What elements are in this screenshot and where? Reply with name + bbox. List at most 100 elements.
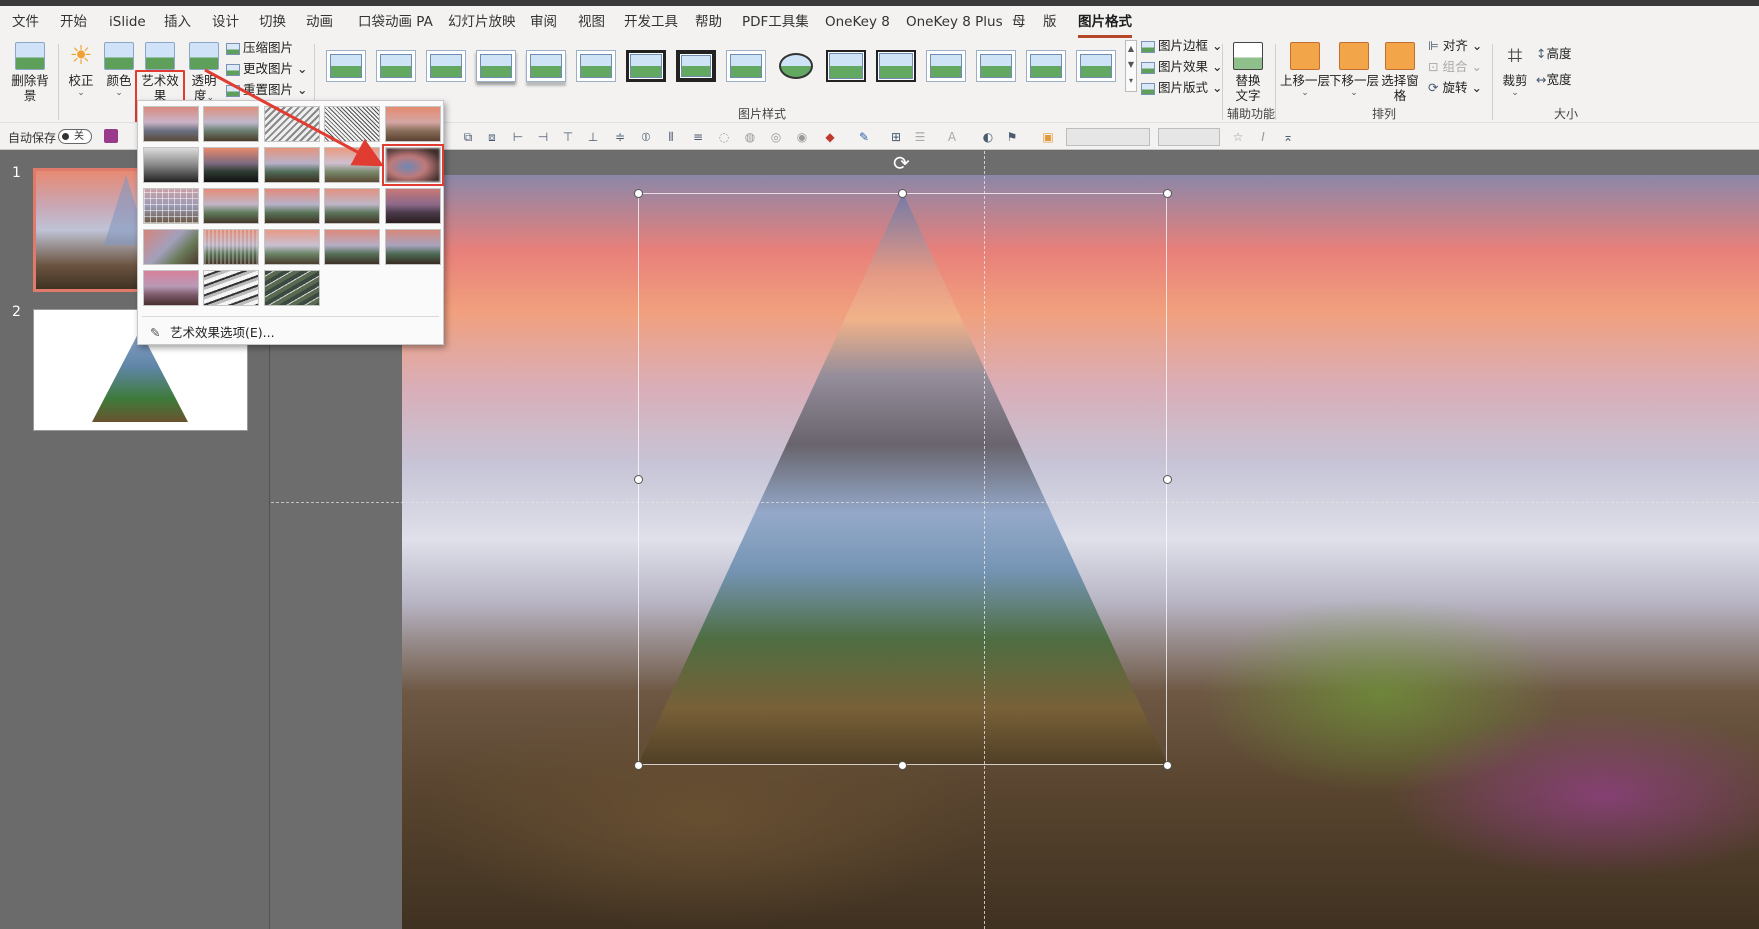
align-top-icon[interactable]: ⊤ — [560, 129, 576, 145]
art-effect-item[interactable] — [203, 229, 259, 265]
shape-outline-icon[interactable]: ▣ — [1040, 129, 1056, 145]
picture-style-item[interactable] — [926, 50, 966, 82]
save-icon[interactable] — [104, 129, 118, 143]
tab-islide[interactable]: iSlide — [109, 13, 146, 31]
art-effect-item[interactable] — [143, 147, 199, 183]
pen-color-icon[interactable]: ✎ — [856, 129, 872, 145]
bring-forward-button[interactable]: 上移一层 ⌄ — [1280, 42, 1330, 98]
align-button[interactable]: ⊫ 对齐 ⌄ — [1428, 38, 1482, 54]
tab-review[interactable]: 审阅 — [530, 13, 557, 31]
transparency-button[interactable]: 透明 度⌄ — [188, 42, 220, 103]
art-effect-item[interactable] — [264, 229, 320, 265]
char-spacing-icon[interactable]: A — [944, 129, 960, 145]
align-right-icon[interactable]: ⊣ — [535, 129, 551, 145]
art-effect-item[interactable] — [385, 229, 441, 265]
art-effect-none[interactable] — [143, 106, 199, 142]
align-middle-icon[interactable]: ⦶ — [638, 129, 654, 145]
picture-style-item[interactable] — [876, 50, 916, 82]
picture-style-item[interactable] — [776, 50, 816, 82]
bullet-list-icon[interactable]: ☰ — [912, 129, 928, 145]
picture-style-item[interactable] — [676, 50, 716, 82]
picture-style-item[interactable] — [1026, 50, 1066, 82]
align-center-icon[interactable]: ≑ — [612, 129, 628, 145]
picture-effects-button[interactable]: 图片效果 ⌄ — [1141, 59, 1222, 75]
tab-help[interactable]: 帮助 — [695, 13, 722, 31]
group-button[interactable]: ⊡ 组合 ⌄ — [1428, 59, 1482, 75]
resize-handle[interactable] — [634, 189, 643, 198]
tab-pocket-animation[interactable]: 口袋动画 PA — [358, 13, 433, 31]
tab-home[interactable]: 开始 — [60, 13, 87, 31]
format-painter-icon[interactable]: ⚑ — [1004, 129, 1020, 145]
resize-handle[interactable] — [1163, 761, 1172, 770]
customize-toolbar-icon[interactable]: ⌅ — [1280, 129, 1296, 145]
tab-design[interactable]: 设计 — [212, 13, 239, 31]
picture-style-item[interactable] — [426, 50, 466, 82]
width-field[interactable]: ↔宽度 — [1536, 72, 1572, 88]
rotate-button[interactable]: ⟳ 旋转 ⌄ — [1428, 80, 1482, 96]
art-effect-item[interactable] — [264, 188, 320, 224]
rotate-handle-icon[interactable]: ⟳ — [893, 153, 910, 173]
resize-handle[interactable] — [1163, 475, 1172, 484]
selection-pane-button[interactable]: 选择窗格 — [1377, 42, 1423, 103]
presenter-icon[interactable]: ⊞ — [888, 129, 904, 145]
picture-layout-button[interactable]: 图片版式 ⌄ — [1141, 80, 1222, 96]
art-effect-item[interactable] — [143, 229, 199, 265]
shape-combine-icon[interactable]: ◍ — [742, 129, 758, 145]
autosave-toggle[interactable]: 关 — [58, 129, 92, 144]
resize-handle[interactable] — [634, 761, 643, 770]
change-picture-button[interactable]: 更改图片 ⌄ — [226, 61, 307, 77]
align-bottom-icon[interactable]: ⊥ — [585, 129, 601, 145]
artistic-effects-options-item[interactable]: ✎ 艺术效果选项(E)... — [150, 322, 275, 341]
distribute-horizontal-icon[interactable]: ⫴ — [663, 129, 679, 145]
alt-text-button[interactable]: 替换 文字 — [1230, 42, 1266, 103]
shape-fragment-icon[interactable]: ◎ — [768, 129, 784, 145]
art-effect-item[interactable] — [264, 147, 320, 183]
art-effect-item[interactable] — [203, 188, 259, 224]
shape-intersect-icon[interactable]: ◉ — [794, 129, 810, 145]
tab-slideshow[interactable]: 幻灯片放映 — [448, 13, 516, 31]
tab-view[interactable]: 视图 — [578, 13, 605, 31]
art-effect-item[interactable] — [324, 147, 380, 183]
resize-handle[interactable] — [898, 189, 907, 198]
picture-style-item[interactable] — [826, 50, 866, 82]
align-left-icon[interactable]: ⊢ — [510, 129, 526, 145]
compress-pictures-button[interactable]: 压缩图片 — [226, 40, 293, 56]
tab-developer[interactable]: 开发工具 — [624, 13, 678, 31]
gallery-scroll-buttons[interactable]: ▲ ▼ ▾ — [1125, 40, 1137, 92]
art-effect-item[interactable] — [203, 106, 259, 142]
picture-style-item[interactable] — [576, 50, 616, 82]
crop-button[interactable]: ⌗ 裁剪 ⌄ — [1500, 42, 1530, 98]
picture-style-item[interactable] — [376, 50, 416, 82]
tab-master[interactable]: 母 — [1012, 13, 1026, 31]
reset-picture-button[interactable]: 重置图片 ⌄ — [226, 82, 307, 98]
art-effect-item[interactable] — [385, 106, 441, 142]
color-button[interactable]: 颜色 ⌄ — [102, 42, 136, 98]
star-icon[interactable]: ☆ — [1230, 129, 1246, 145]
font-name-field[interactable] — [1066, 128, 1150, 146]
corrections-button[interactable]: ☀ 校正 ⌄ — [64, 42, 98, 98]
tab-picture-format[interactable]: 图片格式 — [1078, 13, 1132, 38]
picture-style-item[interactable] — [976, 50, 1016, 82]
art-effect-item[interactable] — [324, 106, 380, 142]
art-effect-item[interactable] — [203, 147, 259, 183]
remove-background-button[interactable]: 删除背景 — [6, 42, 54, 103]
arrange-objects-icon[interactable]: ⧉ — [460, 129, 476, 145]
height-field[interactable]: ↕高度 — [1536, 46, 1572, 62]
send-backward-button[interactable]: 下移一层 ⌄ — [1329, 42, 1379, 98]
tab-onekey8[interactable]: OneKey 8 — [825, 13, 890, 31]
art-effect-item[interactable] — [324, 229, 380, 265]
picture-style-item[interactable] — [626, 50, 666, 82]
picture-border-button[interactable]: 图片边框 ⌄ — [1141, 38, 1222, 54]
font-size-field[interactable] — [1158, 128, 1220, 146]
picture-style-item[interactable] — [526, 50, 566, 82]
shape-union-icon[interactable]: ◌ — [716, 129, 732, 145]
art-effect-item[interactable] — [143, 270, 199, 306]
theme-colors-icon[interactable]: ◐ — [980, 129, 996, 145]
tab-pdf-tools[interactable]: PDF工具集 — [742, 13, 809, 31]
tab-transitions[interactable]: 切换 — [259, 13, 286, 31]
art-effect-item[interactable] — [264, 106, 320, 142]
art-effect-blur[interactable] — [382, 144, 444, 186]
fill-color-icon[interactable]: ◆ — [822, 129, 838, 145]
picture-style-item[interactable] — [726, 50, 766, 82]
tab-insert[interactable]: 插入 — [164, 13, 191, 31]
